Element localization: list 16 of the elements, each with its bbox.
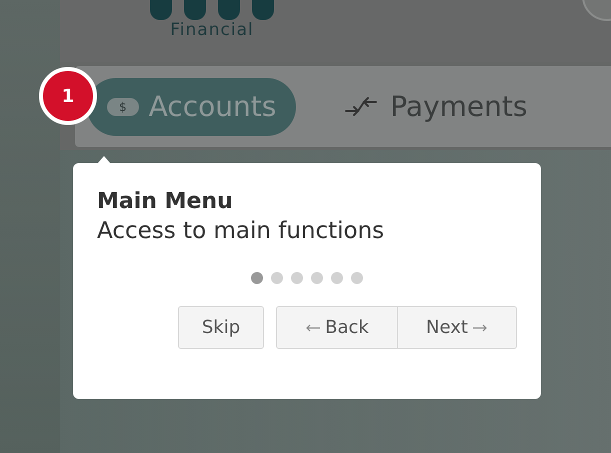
popup-title: Main Menu (97, 189, 234, 214)
left-arrow-icon (305, 324, 322, 332)
logo-text: Financial (170, 20, 254, 40)
logo-icon (150, 0, 274, 20)
step-dot[interactable] (311, 272, 323, 284)
right-arrow-icon (472, 324, 488, 332)
skip-button[interactable]: Skip (178, 306, 264, 349)
step-dot[interactable] (251, 272, 263, 284)
step-dot[interactable] (271, 272, 283, 284)
popup-text: Access to main functions (97, 218, 386, 244)
back-button[interactable]: Back (276, 306, 398, 349)
step-dot[interactable] (291, 272, 303, 284)
step-dot[interactable] (331, 272, 343, 284)
next-button[interactable]: Next (398, 306, 517, 349)
step-dot[interactable] (351, 272, 363, 284)
dollar-icon: $ (107, 98, 139, 116)
